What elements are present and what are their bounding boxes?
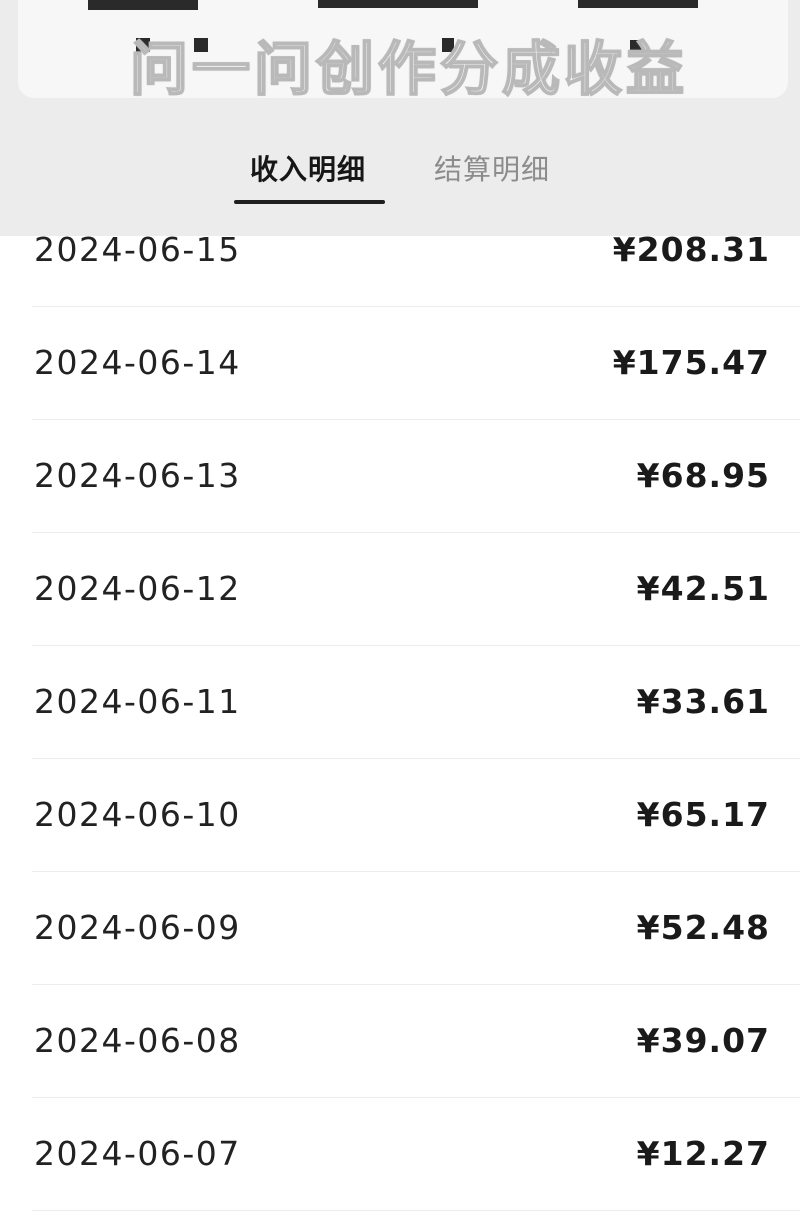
active-tab-indicator bbox=[234, 200, 385, 204]
income-amount: ¥39.07 bbox=[636, 1021, 770, 1060]
income-amount: ¥12.27 bbox=[636, 1134, 770, 1173]
income-date: 2024-06-09 bbox=[34, 908, 241, 947]
income-date: 2024-06-12 bbox=[34, 569, 241, 608]
income-amount: ¥33.61 bbox=[636, 682, 770, 721]
banner-title: 问一问创作分成收益 bbox=[129, 34, 689, 98]
income-amount: ¥175.47 bbox=[612, 343, 770, 382]
page-header: 问一问创作分成收益 收入明细 结算明细 bbox=[0, 0, 800, 236]
tab-income-details[interactable]: 收入明细 bbox=[250, 148, 366, 188]
income-details-page: 2024-06-15 ¥208.31 2024-06-14 ¥175.47 20… bbox=[0, 0, 800, 1214]
redacted-block bbox=[318, 0, 478, 8]
income-list: 2024-06-15 ¥208.31 2024-06-14 ¥175.47 20… bbox=[0, 194, 800, 1211]
income-date: 2024-06-11 bbox=[34, 682, 241, 721]
income-date: 2024-06-07 bbox=[34, 1134, 241, 1173]
income-date: 2024-06-10 bbox=[34, 795, 241, 834]
income-amount: ¥65.17 bbox=[636, 795, 770, 834]
list-item[interactable]: 2024-06-10 ¥65.17 bbox=[32, 759, 800, 872]
list-item[interactable]: 2024-06-09 ¥52.48 bbox=[32, 872, 800, 985]
income-date: 2024-06-14 bbox=[34, 343, 241, 382]
list-item[interactable]: 2024-06-11 ¥33.61 bbox=[32, 646, 800, 759]
income-amount: ¥42.51 bbox=[636, 569, 770, 608]
banner-card: 问一问创作分成收益 bbox=[18, 0, 788, 98]
income-amount: ¥52.48 bbox=[636, 908, 770, 947]
income-amount: ¥68.95 bbox=[636, 456, 770, 495]
income-date: 2024-06-13 bbox=[34, 456, 241, 495]
redacted-block bbox=[88, 0, 198, 10]
list-item[interactable]: 2024-06-13 ¥68.95 bbox=[32, 420, 800, 533]
income-date: 2024-06-08 bbox=[34, 1021, 241, 1060]
tab-settlement-details[interactable]: 结算明细 bbox=[434, 148, 550, 188]
list-item[interactable]: 2024-06-08 ¥39.07 bbox=[32, 985, 800, 1098]
tab-bar: 收入明细 结算明细 bbox=[0, 140, 800, 206]
list-item[interactable]: 2024-06-07 ¥12.27 bbox=[32, 1098, 800, 1211]
list-item[interactable]: 2024-06-14 ¥175.47 bbox=[32, 307, 800, 420]
redacted-block bbox=[578, 0, 698, 8]
list-item[interactable]: 2024-06-12 ¥42.51 bbox=[32, 533, 800, 646]
